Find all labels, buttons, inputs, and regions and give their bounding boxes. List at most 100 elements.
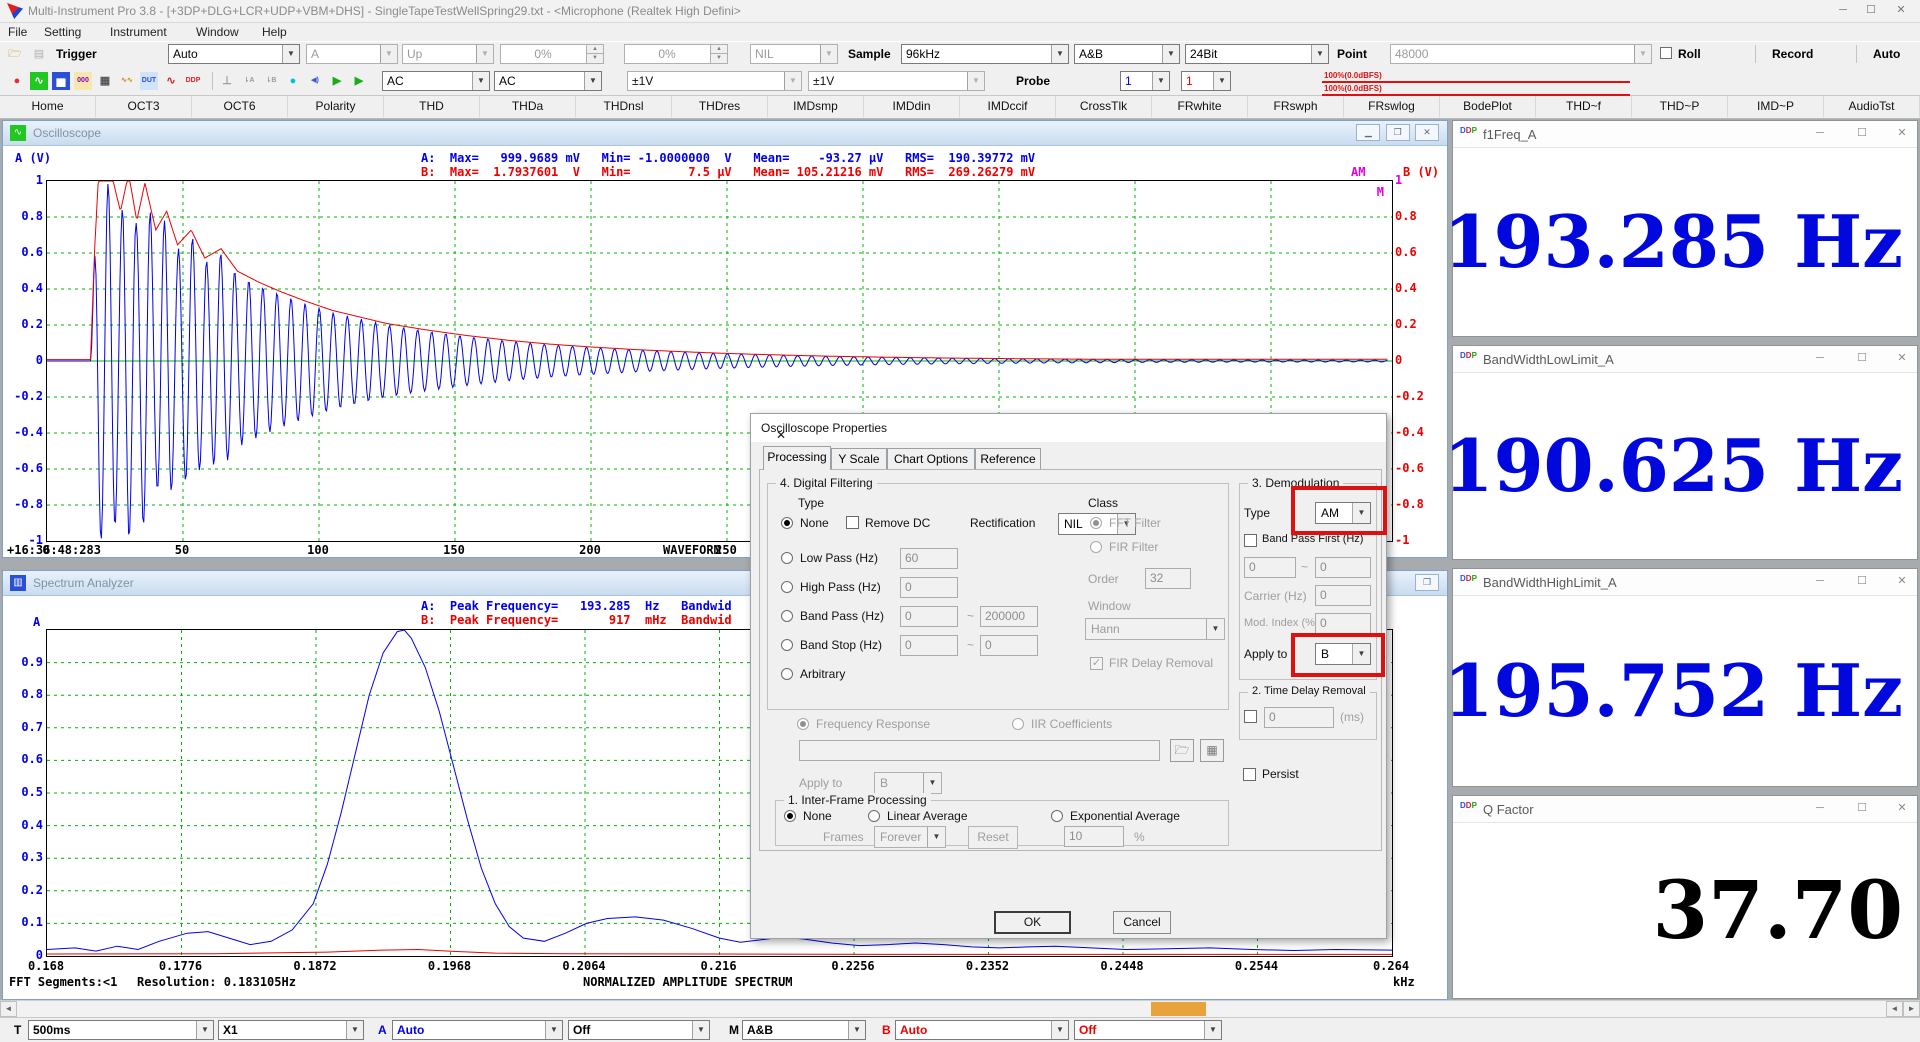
open-file-icon[interactable]: 🗁 [6,45,24,63]
derived-data-curve-icon[interactable]: ∿ [162,72,180,90]
tab-chart-options[interactable]: Chart Options [887,448,975,469]
arbitrary-apply-to-select[interactable]: B▼ [874,772,942,794]
close-button[interactable]: ✕ [1890,3,1912,19]
tab-home[interactable]: Home [0,96,96,117]
menu-instrument[interactable]: Instrument [110,25,167,39]
panel-minimize-icon[interactable]: ─ [1811,126,1829,142]
panel-bandwidth-low-title-bar[interactable]: DDP BandWidthLowLimit_A ─ ☐ ✕ [1453,346,1917,373]
band-stop-from-field[interactable]: 0 [900,635,958,656]
tab-oct3[interactable]: OCT3 [96,96,192,117]
maximize-button[interactable]: ☐ [1860,3,1882,19]
fft-filter-radio[interactable] [1090,517,1102,529]
oscilloscope-title-bar[interactable]: ∿ Oscilloscope ▁ ❐ ✕ [3,121,1447,146]
time-delay-field[interactable]: 0 [1264,707,1334,728]
oscilloscope-icon[interactable]: ∿ [30,72,48,90]
linear-average-radio[interactable] [868,810,880,822]
tab-y-scale[interactable]: Y Scale [831,448,887,469]
tab-reference[interactable]: Reference [975,448,1041,469]
menu-setting[interactable]: Setting [44,25,81,39]
oscilloscope-minimize-icon[interactable]: ▁ [1356,124,1380,141]
coupling-b-select[interactable]: AC▼ [494,71,602,91]
carrier-field[interactable]: 0 [1315,585,1371,606]
persist-checkbox[interactable] [1243,768,1256,781]
tab-thdres[interactable]: THDres [672,96,768,117]
scrollbar-thumb[interactable] [1151,1002,1206,1016]
dialog-close-icon[interactable]: ✕ [761,421,801,449]
device-test-plan-icon[interactable]: DUT [140,72,158,90]
marker-2-icon[interactable]: ⇂B [262,72,280,90]
panel-maximize-icon[interactable]: ☐ [1853,574,1871,590]
tab-thda[interactable]: THDa [480,96,576,117]
oscilloscope-close-icon[interactable]: ✕ [1415,124,1439,141]
oscilloscope-maximize-icon[interactable]: ❐ [1386,124,1410,141]
panel-maximize-icon[interactable]: ☐ [1853,801,1871,817]
play-a-icon[interactable]: ▶ [328,72,346,90]
math-mode-select[interactable]: A&B▼ [742,1020,866,1040]
coupling-a-select[interactable]: AC▼ [382,71,490,91]
menu-window[interactable]: Window [196,25,239,39]
scroll-left-icon[interactable]: ◄ [0,1001,17,1017]
tab-oct6[interactable]: OCT6 [192,96,288,117]
scroll-right-icon[interactable]: ► [1903,1001,1920,1017]
window-select[interactable]: Hann▼ [1085,618,1225,640]
band-stop-to-field[interactable]: 0 [980,635,1038,656]
trigger-frames-select[interactable]: NIL▼ [750,44,838,64]
trigger-mode-select[interactable]: Auto▼ [168,44,300,64]
order-field[interactable]: 32 [1145,568,1191,589]
low-pass-field[interactable]: 60 [900,548,958,569]
record-button[interactable]: Record [1772,47,1813,61]
high-pass-radio[interactable] [781,581,793,593]
tab-imdsmp[interactable]: IMDsmp [768,96,864,117]
sweep-time-select[interactable]: 500ms▼ [28,1020,214,1040]
trigger-edge-select[interactable]: Up▼ [402,44,494,64]
sample-bits-select[interactable]: 24Bit▼ [1185,44,1329,64]
high-pass-field[interactable]: 0 [900,577,958,598]
tab-imd~p[interactable]: IMD~P [1728,96,1824,117]
tab-thd~p[interactable]: THD~P [1632,96,1728,117]
panel-maximize-icon[interactable]: ☐ [1853,126,1871,142]
panel-q-factor-title-bar[interactable]: DDP Q Factor ─ ☐ ✕ [1453,796,1917,823]
minimize-button[interactable]: ─ [1832,3,1854,19]
remove-dc-checkbox[interactable] [846,516,859,529]
channel-b-filter-select[interactable]: Off▼ [1074,1020,1222,1040]
tab-polarity[interactable]: Polarity [288,96,384,117]
marker-1-icon[interactable]: ⇂A [240,72,258,90]
tab-thd~f[interactable]: THD~f [1536,96,1632,117]
sample-rate-select[interactable]: 96kHz▼ [901,44,1069,64]
tab-audiotst[interactable]: AudioTst [1824,96,1920,117]
band-pass-from-field[interactable]: 0 [900,606,958,627]
ddp-viewer-icon[interactable]: DDP [184,72,202,90]
probe-a-select[interactable]: 1▼ [1120,71,1170,91]
iir-coefficients-radio[interactable] [1012,718,1024,730]
arbitrary-file-field[interactable] [799,740,1160,761]
scroll-left-icon[interactable]: ◄ [1886,1001,1903,1017]
fir-filter-radio[interactable] [1090,541,1102,553]
filter-none-radio[interactable] [781,517,793,529]
channel-b-mode-select[interactable]: Auto▼ [895,1020,1069,1040]
panel-f1freq-title-bar[interactable]: DDP f1Freq_A ─ ☐ ✕ [1453,121,1917,148]
menu-help[interactable]: Help [262,25,287,39]
menu-file[interactable]: File [8,25,27,39]
save-file-icon[interactable]: ▤ [30,45,48,63]
spectrum-maximize-icon[interactable]: ❐ [1415,574,1439,591]
frequency-response-radio[interactable] [797,718,809,730]
tab-frswph[interactable]: FRswph [1248,96,1344,117]
stop-icon[interactable]: ● [8,72,26,90]
tab-crosstlk[interactable]: CrossTlk [1056,96,1152,117]
dialog-title-bar[interactable]: Oscilloscope Properties ✕ [751,414,1386,442]
channel-a-filter-select[interactable]: Off▼ [568,1020,710,1040]
tab-thdnsl[interactable]: THDnsl [576,96,672,117]
range-b-select[interactable]: ±1V▼ [808,71,985,91]
probe-b-select[interactable]: 1▼ [1181,71,1231,91]
low-pass-radio[interactable] [781,552,793,564]
frames-select[interactable]: Forever▼ [874,826,946,848]
band-stop-radio[interactable] [781,639,793,651]
time-delay-checkbox[interactable] [1244,710,1257,723]
droplet-icon[interactable]: ● [284,72,302,90]
panel-minimize-icon[interactable]: ─ [1811,351,1829,367]
panel-bandwidth-high-title-bar[interactable]: DDP BandWidthHighLimit_A ─ ☐ ✕ [1453,569,1917,596]
cursor-reader-icon[interactable]: ⊥ [218,72,236,90]
sample-channels-select[interactable]: A&B▼ [1074,44,1180,64]
panel-close-icon[interactable]: ✕ [1893,126,1911,142]
tab-imdccif[interactable]: IMDccif [960,96,1056,117]
